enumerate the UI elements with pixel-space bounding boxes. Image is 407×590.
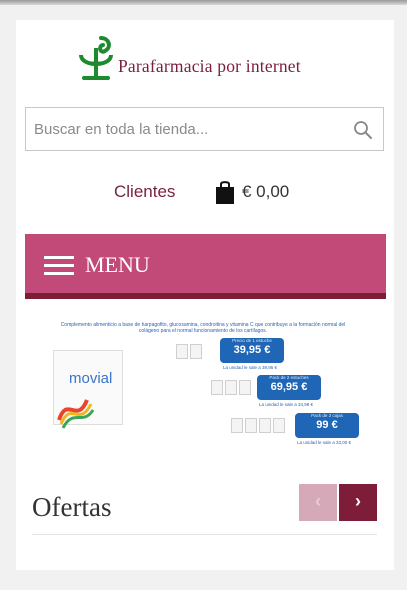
search-box — [25, 107, 384, 151]
offer-unit-price: La unidad le sale a 33,00 € — [297, 440, 352, 445]
offer-badge-1[interactable]: Precio de 1 estuche 39,95 € — [220, 338, 284, 363]
banner-headline: Complemento alimenticio a base de harpag… — [60, 322, 346, 334]
section-divider — [32, 534, 377, 535]
product-thumb — [239, 380, 251, 395]
product-thumb — [273, 418, 285, 433]
product-thumb — [245, 418, 257, 433]
product-thumb — [259, 418, 271, 433]
product-thumb — [190, 344, 202, 359]
product-thumb — [211, 380, 223, 395]
logo-text: Parafarmacia por internet — [118, 56, 301, 76]
product-thumb — [225, 380, 237, 395]
search-icon[interactable] — [353, 120, 373, 140]
menu-toggle[interactable]: MENU — [25, 234, 386, 299]
offer-price: 99 € — [316, 419, 338, 431]
chevron-right-icon: › — [355, 491, 361, 511]
product-ribbon-graphic — [57, 399, 95, 429]
offers-title: Ofertas — [32, 492, 112, 522]
product-thumb — [231, 418, 243, 433]
hamburger-icon — [44, 256, 74, 276]
carousel-prev-button[interactable]: ‹ — [299, 484, 337, 521]
promo-banner[interactable]: Complemento alimenticio a base de harpag… — [33, 318, 377, 448]
clients-link[interactable]: Clientes — [114, 182, 175, 202]
pharmacy-logo-icon — [79, 36, 113, 80]
menu-label: MENU — [85, 252, 150, 277]
page-container: Parafarmacia por internet Clientes € 0,0… — [16, 20, 394, 570]
offer-price: 69,95 € — [270, 381, 308, 393]
offer-price: 39,95 € — [233, 344, 271, 356]
chevron-left-icon: ‹ — [315, 491, 321, 511]
offer-badge-3[interactable]: Pack de 3 cajas 99 € — [295, 413, 359, 438]
search-input[interactable] — [34, 108, 344, 150]
cart-total[interactable]: € 0,00 — [242, 182, 289, 202]
browser-top-edge — [0, 0, 407, 5]
carousel-next-button[interactable]: › — [339, 484, 377, 521]
product-name: movial — [69, 370, 113, 387]
product-box-image: movial — [53, 350, 123, 429]
product-thumb — [176, 344, 188, 359]
shopping-bag-icon[interactable] — [215, 180, 235, 204]
offer-unit-price: La unidad le sale a 34,98 € — [259, 402, 314, 407]
offer-unit-price: La unidad le sale a 39,95 € — [223, 365, 278, 370]
site-logo[interactable]: Parafarmacia por internet — [78, 34, 338, 84]
offer-badge-2[interactable]: Pack de 2 estuches 69,95 € — [257, 375, 321, 400]
